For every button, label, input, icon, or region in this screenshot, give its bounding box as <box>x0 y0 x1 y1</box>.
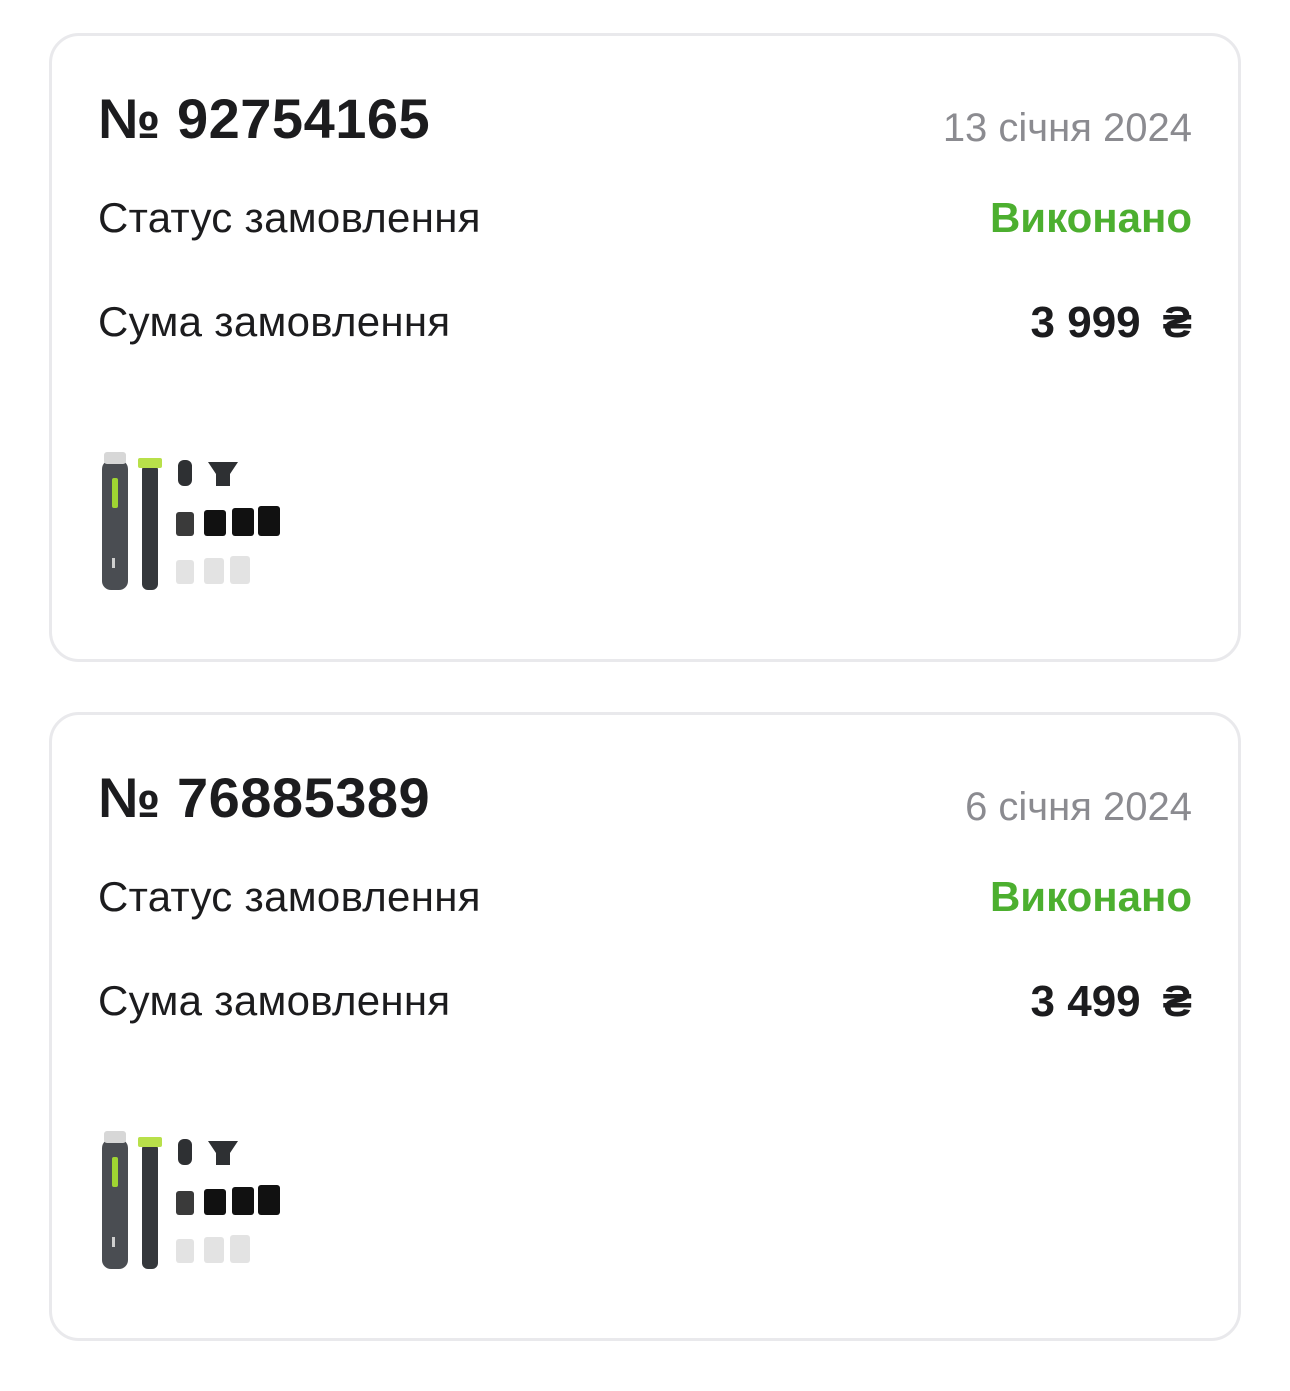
order-status-label: Статус замовлення <box>98 873 481 920</box>
order-card[interactable]: № 92754165 13 січня 2024 Статус замовлен… <box>49 33 1241 662</box>
trimmer-kit-image <box>102 452 280 590</box>
trimmer-kit-image <box>102 1131 280 1269</box>
order-date: 6 січня 2024 <box>965 785 1192 829</box>
order-card[interactable]: № 76885389 6 січня 2024 Статус замовленн… <box>49 712 1241 1341</box>
order-number: № 76885389 <box>98 766 431 829</box>
order-sum-amount: 3 499 <box>1030 977 1141 1026</box>
order-status-value: Виконано <box>989 873 1192 920</box>
order-status-label: Статус замовлення <box>98 194 481 241</box>
order-sum-value: 3 999 ₴ <box>1031 298 1192 348</box>
currency-symbol: ₴ <box>1162 977 1192 1026</box>
order-sum-label: Сума замовлення <box>98 977 451 1024</box>
order-number: № 92754165 <box>98 87 431 150</box>
product-thumbnail[interactable] <box>98 448 292 596</box>
order-sum-amount: 3 999 <box>1030 298 1141 347</box>
currency-symbol: ₴ <box>1162 298 1192 347</box>
order-sum-label: Сума замовлення <box>98 298 451 345</box>
order-status-value: Виконано <box>989 194 1192 241</box>
product-thumbnail[interactable] <box>98 1127 292 1275</box>
orders-list: № 92754165 13 січня 2024 Статус замовлен… <box>49 33 1241 1391</box>
order-sum-value: 3 499 ₴ <box>1031 977 1192 1027</box>
order-date: 13 січня 2024 <box>942 106 1192 150</box>
